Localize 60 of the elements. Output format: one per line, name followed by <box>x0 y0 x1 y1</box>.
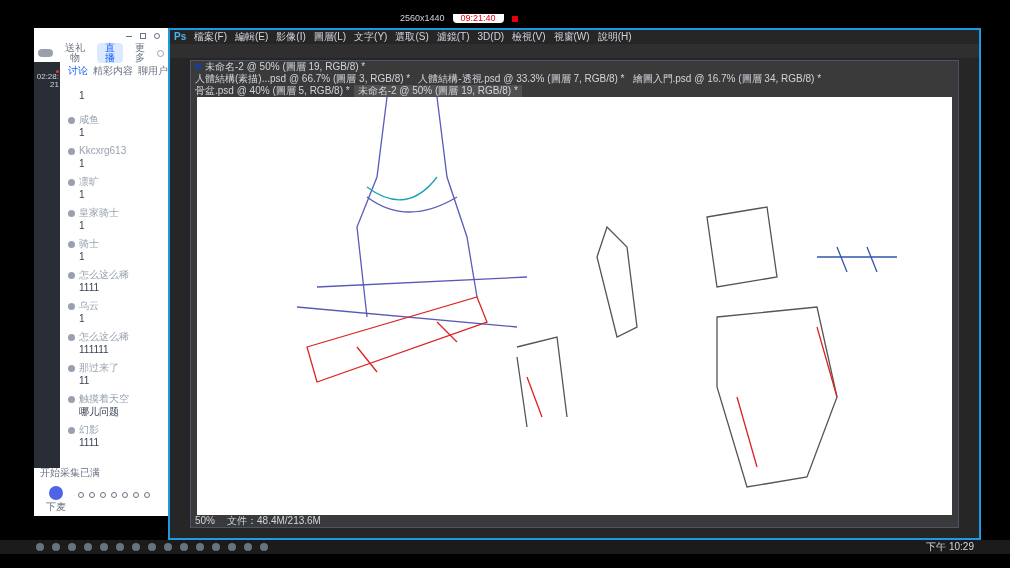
message-text: 1111 <box>78 438 101 448</box>
username: 那过来了 <box>79 363 119 373</box>
message-text: 1 <box>78 90 86 101</box>
username: Kkcxrg613 <box>79 146 127 156</box>
app-logo: Ps <box>174 32 187 42</box>
menu-item[interactable]: 說明(H) <box>597 32 632 42</box>
username: 幻影 <box>79 425 99 435</box>
menu-item[interactable]: 檔案(F) <box>194 32 227 42</box>
username: 咸鱼 <box>79 115 99 125</box>
username: 怎么这么稀 <box>79 270 129 280</box>
username: 怎么这么稀 <box>79 332 129 342</box>
message-text: 1 <box>78 190 86 200</box>
menu-item[interactable]: 編輯(E) <box>235 32 269 42</box>
menu-item[interactable]: 文字(Y) <box>354 32 388 42</box>
document-tab[interactable]: 繪圖入門.psd @ 16.7% (圖層 34, RGB/8) * <box>628 73 826 85</box>
menu-item[interactable]: 圖層(L) <box>313 32 347 42</box>
chat-tab[interactable]: 讨论 <box>68 66 88 76</box>
chat-tab[interactable]: 精彩内容 <box>93 66 133 76</box>
document-tab[interactable]: 人體結構-透視.psd @ 33.3% (圖層 7, RGB/8) * <box>414 73 629 85</box>
top-button[interactable]: 更多 <box>127 43 154 63</box>
mic-label: 下麦 <box>46 502 66 512</box>
username: 触摸着天空 <box>79 394 129 404</box>
taskbar-clock: 下午 10:29 <box>926 542 974 552</box>
resolution-label: 2560x1440 <box>400 14 445 23</box>
microphone-button[interactable] <box>47 484 65 502</box>
menu-item[interactable]: 影像(I) <box>276 32 306 42</box>
menu-item[interactable]: 視窗(W) <box>553 32 590 42</box>
username: 皇家骑士 <box>79 208 119 218</box>
username: 骑士 <box>79 239 99 249</box>
username: 凛旷 <box>79 177 99 187</box>
document-title: 未命名-2 @ 50% (圖層 19, RGB/8) * <box>205 62 366 72</box>
message-text: 1 <box>78 314 86 324</box>
minimize-icon[interactable] <box>126 35 132 37</box>
rounded-field <box>38 49 54 57</box>
message-text: 1 <box>78 221 86 231</box>
menu-item[interactable]: 濾鏡(T) <box>436 32 470 42</box>
chat-tab[interactable]: 聊用户 <box>138 66 168 76</box>
menu-item[interactable]: 選取(S) <box>395 32 429 42</box>
document-size: 文件：48.4M/213.6M <box>227 516 321 526</box>
top-button[interactable]: 直播 <box>96 43 124 63</box>
message-text: 1 <box>78 128 86 138</box>
recording-timer: 09:21:40 <box>452 14 504 23</box>
message-text: 哪儿问题 <box>78 407 120 417</box>
stop-icon[interactable] <box>511 15 518 22</box>
maximize-icon[interactable] <box>140 33 146 39</box>
message-text: 1 <box>78 252 86 262</box>
live-time: 02:28:21 <box>35 73 59 89</box>
menu-item[interactable]: 3D(D) <box>477 32 505 42</box>
message-text: 1111 <box>78 283 101 293</box>
document-tab[interactable]: 人體結構(素描)...psd @ 66.7% (圖層 3, RGB/8) * <box>191 73 415 85</box>
message-text: 111111 <box>78 345 110 355</box>
username: 乌云 <box>79 301 99 311</box>
document-tab[interactable]: 骨盆.psd @ 40% (圖層 5, RGB/8) * <box>191 85 354 97</box>
message-text: 11 <box>78 376 91 386</box>
top-button[interactable]: 送礼物 <box>57 43 93 63</box>
zoom-level: 50% <box>195 516 215 526</box>
menu-item[interactable]: 檢視(V) <box>512 32 546 42</box>
message-text: 1 <box>78 159 86 169</box>
document-tab[interactable]: 未命名-2 @ 50% (圖層 19, RGB/8) * <box>353 85 522 97</box>
footer-note: 开始采集已满 <box>40 468 100 478</box>
